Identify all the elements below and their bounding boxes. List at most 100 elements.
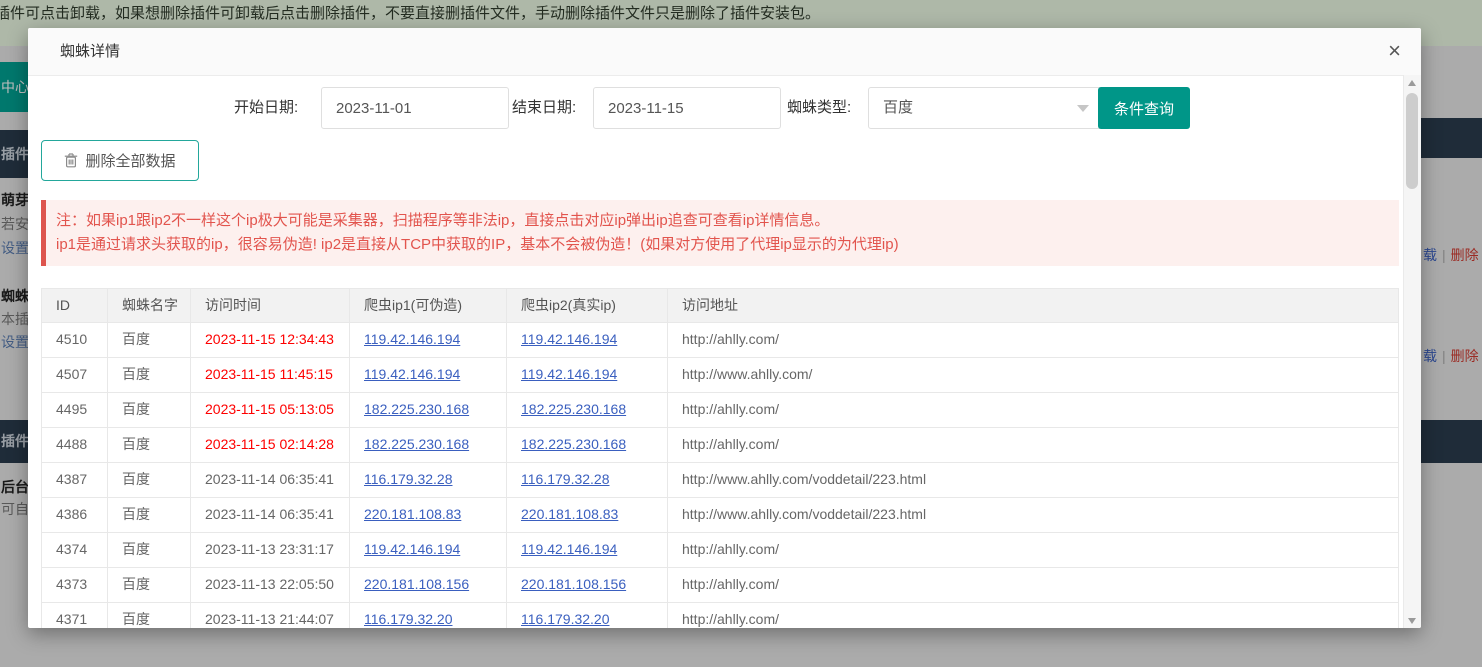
cell-ip1-link[interactable]: 116.179.32.20 (364, 611, 453, 627)
cell-url: http://ahlly.com/ (668, 323, 1398, 357)
cell-ip1-link[interactable]: 220.181.108.156 (364, 576, 469, 592)
cell-ip1: 116.179.32.28 (350, 463, 507, 497)
spider-type-select[interactable]: 百度 (868, 87, 1102, 129)
cell-spider-name: 百度 (108, 498, 191, 532)
cell-ip1: 182.225.230.168 (350, 393, 507, 427)
cell-ip2-link[interactable]: 119.42.146.194 (521, 366, 617, 382)
cell-spider-name: 百度 (108, 428, 191, 462)
cell-ip1-link[interactable]: 119.42.146.194 (364, 366, 460, 382)
cell-ip1: 119.42.146.194 (350, 533, 507, 567)
cell-ip2-link[interactable]: 119.42.146.194 (521, 331, 617, 347)
cell-spider-name: 百度 (108, 393, 191, 427)
cell-ip1-link[interactable]: 116.179.32.28 (364, 471, 453, 487)
cell-ip1-link[interactable]: 119.42.146.194 (364, 541, 460, 557)
cell-visit-time: 2023-11-14 06:35:41 (191, 498, 350, 532)
modal-title: 蜘蛛详情 (28, 28, 1421, 75)
chevron-down-icon (1077, 105, 1089, 112)
cell-ip1-link[interactable]: 119.42.146.194 (364, 331, 460, 347)
cell-ip1-link[interactable]: 182.225.230.168 (364, 436, 469, 452)
cell-ip2-link[interactable]: 182.225.230.168 (521, 401, 626, 417)
table-body: 4510百度2023-11-15 12:34:43119.42.146.1941… (42, 323, 1398, 628)
table-row: 4373百度2023-11-13 22:05:50 220.181.108.156… (42, 568, 1398, 603)
cell-id: 4387 (42, 463, 108, 497)
spider-detail-modal: 蜘蛛详情 × 开始日期: 结束日期: 蜘蛛类型: 百度 条件查询 删除全部数据 (28, 28, 1421, 628)
cell-id: 4507 (42, 358, 108, 392)
cell-ip2-link[interactable]: 220.181.108.83 (521, 506, 618, 522)
cell-id: 4371 (42, 603, 108, 628)
end-date-label: 结束日期: (512, 87, 576, 129)
header-visit-time: 访问时间 (191, 289, 350, 322)
cell-id: 4510 (42, 323, 108, 357)
delete-all-button[interactable]: 删除全部数据 (41, 140, 199, 181)
header-ip2: 爬虫ip2(真实ip) (507, 289, 668, 322)
scrollbar-thumb[interactable] (1406, 93, 1418, 189)
header-ip1: 爬虫ip1(可伪造) (350, 289, 507, 322)
cell-url: http://ahlly.com/ (668, 428, 1398, 462)
cell-ip2: 119.42.146.194 (507, 358, 668, 392)
cell-id: 4373 (42, 568, 108, 602)
cell-url: http://ahlly.com/ (668, 603, 1398, 628)
table-row: 4488百度2023-11-15 02:14:28182.225.230.168… (42, 428, 1398, 463)
table-row: 4507百度2023-11-15 11:45:15 119.42.146.194 1… (42, 358, 1398, 393)
cell-ip2: 182.225.230.168 (507, 428, 668, 462)
cell-ip2: 119.42.146.194 (507, 323, 668, 357)
spider-table: ID 蜘蛛名字 访问时间 爬虫ip1(可伪造) 爬虫ip2(真实ip) 访问地址… (41, 288, 1399, 628)
cell-ip1: 220.181.108.156 (350, 568, 507, 602)
modal-header: 蜘蛛详情 × (28, 28, 1421, 76)
cell-url: http://www.ahlly.com/ (668, 358, 1398, 392)
cell-id: 4374 (42, 533, 108, 567)
cell-spider-name: 百度 (108, 533, 191, 567)
cell-visit-time: 2023-11-13 22:05:50 (191, 568, 350, 602)
table-row: 4510百度2023-11-15 12:34:43 119.42.146.194 1… (42, 323, 1398, 358)
end-date-input[interactable] (593, 87, 781, 129)
cell-id: 4495 (42, 393, 108, 427)
start-date-label: 开始日期: (234, 87, 298, 129)
cell-ip1: 119.42.146.194 (350, 323, 507, 357)
cell-ip2-link[interactable]: 220.181.108.156 (521, 576, 626, 592)
cell-url: http://ahlly.com/ (668, 568, 1398, 602)
cell-visit-time: 2023-11-13 21:44:07 (191, 603, 350, 628)
ip-warning-note: 注：如果ip1跟ip2不一样这个ip极大可能是采集器，扫描程序等非法ip，直接点… (41, 200, 1399, 266)
screen: 插件可点击卸载，如果想删除插件可卸载后点击删除插件，不要直接删插件文件，手动删除… (0, 0, 1482, 667)
modal-scrollbar[interactable] (1403, 75, 1421, 628)
close-icon[interactable]: × (1388, 39, 1401, 63)
cell-spider-name: 百度 (108, 358, 191, 392)
cell-url: http://ahlly.com/ (668, 393, 1398, 427)
cell-spider-name: 百度 (108, 323, 191, 357)
spider-type-value: 百度 (883, 99, 913, 116)
trash-icon (64, 153, 78, 168)
table-row: 4495百度2023-11-15 05:13:05 182.225.230.168… (42, 393, 1398, 428)
cell-ip2-link[interactable]: 119.42.146.194 (521, 541, 617, 557)
cell-visit-time: 2023-11-15 11:45:15 (191, 358, 350, 392)
table-row: 4374百度2023-11-13 23:31:17119.42.146.1941… (42, 533, 1398, 568)
cell-ip2: 116.179.32.20 (507, 603, 668, 628)
table-row: 4386百度2023-11-14 06:35:41 220.181.108.83 2… (42, 498, 1398, 533)
cell-ip2: 182.225.230.168 (507, 393, 668, 427)
start-date-input[interactable] (321, 87, 509, 129)
spider-type-label: 蜘蛛类型: (787, 87, 851, 129)
cell-ip2-link[interactable]: 182.225.230.168 (521, 436, 626, 452)
cell-id: 4386 (42, 498, 108, 532)
scroll-up-icon[interactable] (1404, 75, 1420, 91)
cell-id: 4488 (42, 428, 108, 462)
cell-visit-time: 2023-11-15 05:13:05 (191, 393, 350, 427)
query-button[interactable]: 条件查询 (1098, 87, 1190, 129)
cell-ip2-link[interactable]: 116.179.32.20 (521, 611, 610, 627)
cell-ip2: 119.42.146.194 (507, 533, 668, 567)
cell-url: http://www.ahlly.com/voddetail/223.html (668, 498, 1398, 532)
cell-ip2: 220.181.108.83 (507, 498, 668, 532)
cell-ip1: 182.225.230.168 (350, 428, 507, 462)
cell-visit-time: 2023-11-15 12:34:43 (191, 323, 350, 357)
cell-spider-name: 百度 (108, 463, 191, 497)
delete-all-label: 删除全部数据 (85, 150, 175, 171)
warning-line-2: ip1是通过请求头获取的ip，很容易伪造! ip2是直接从TCP中获取的IP，基… (56, 233, 1399, 257)
cell-spider-name: 百度 (108, 568, 191, 602)
cell-ip1-link[interactable]: 220.181.108.83 (364, 506, 461, 522)
header-id: ID (42, 289, 108, 322)
scroll-down-icon[interactable] (1404, 612, 1420, 628)
cell-visit-time: 2023-11-14 06:35:41 (191, 463, 350, 497)
cell-ip2: 220.181.108.156 (507, 568, 668, 602)
cell-ip2-link[interactable]: 116.179.32.28 (521, 471, 610, 487)
warning-line-1: 注：如果ip1跟ip2不一样这个ip极大可能是采集器，扫描程序等非法ip，直接点… (56, 209, 1399, 233)
cell-ip1-link[interactable]: 182.225.230.168 (364, 401, 469, 417)
